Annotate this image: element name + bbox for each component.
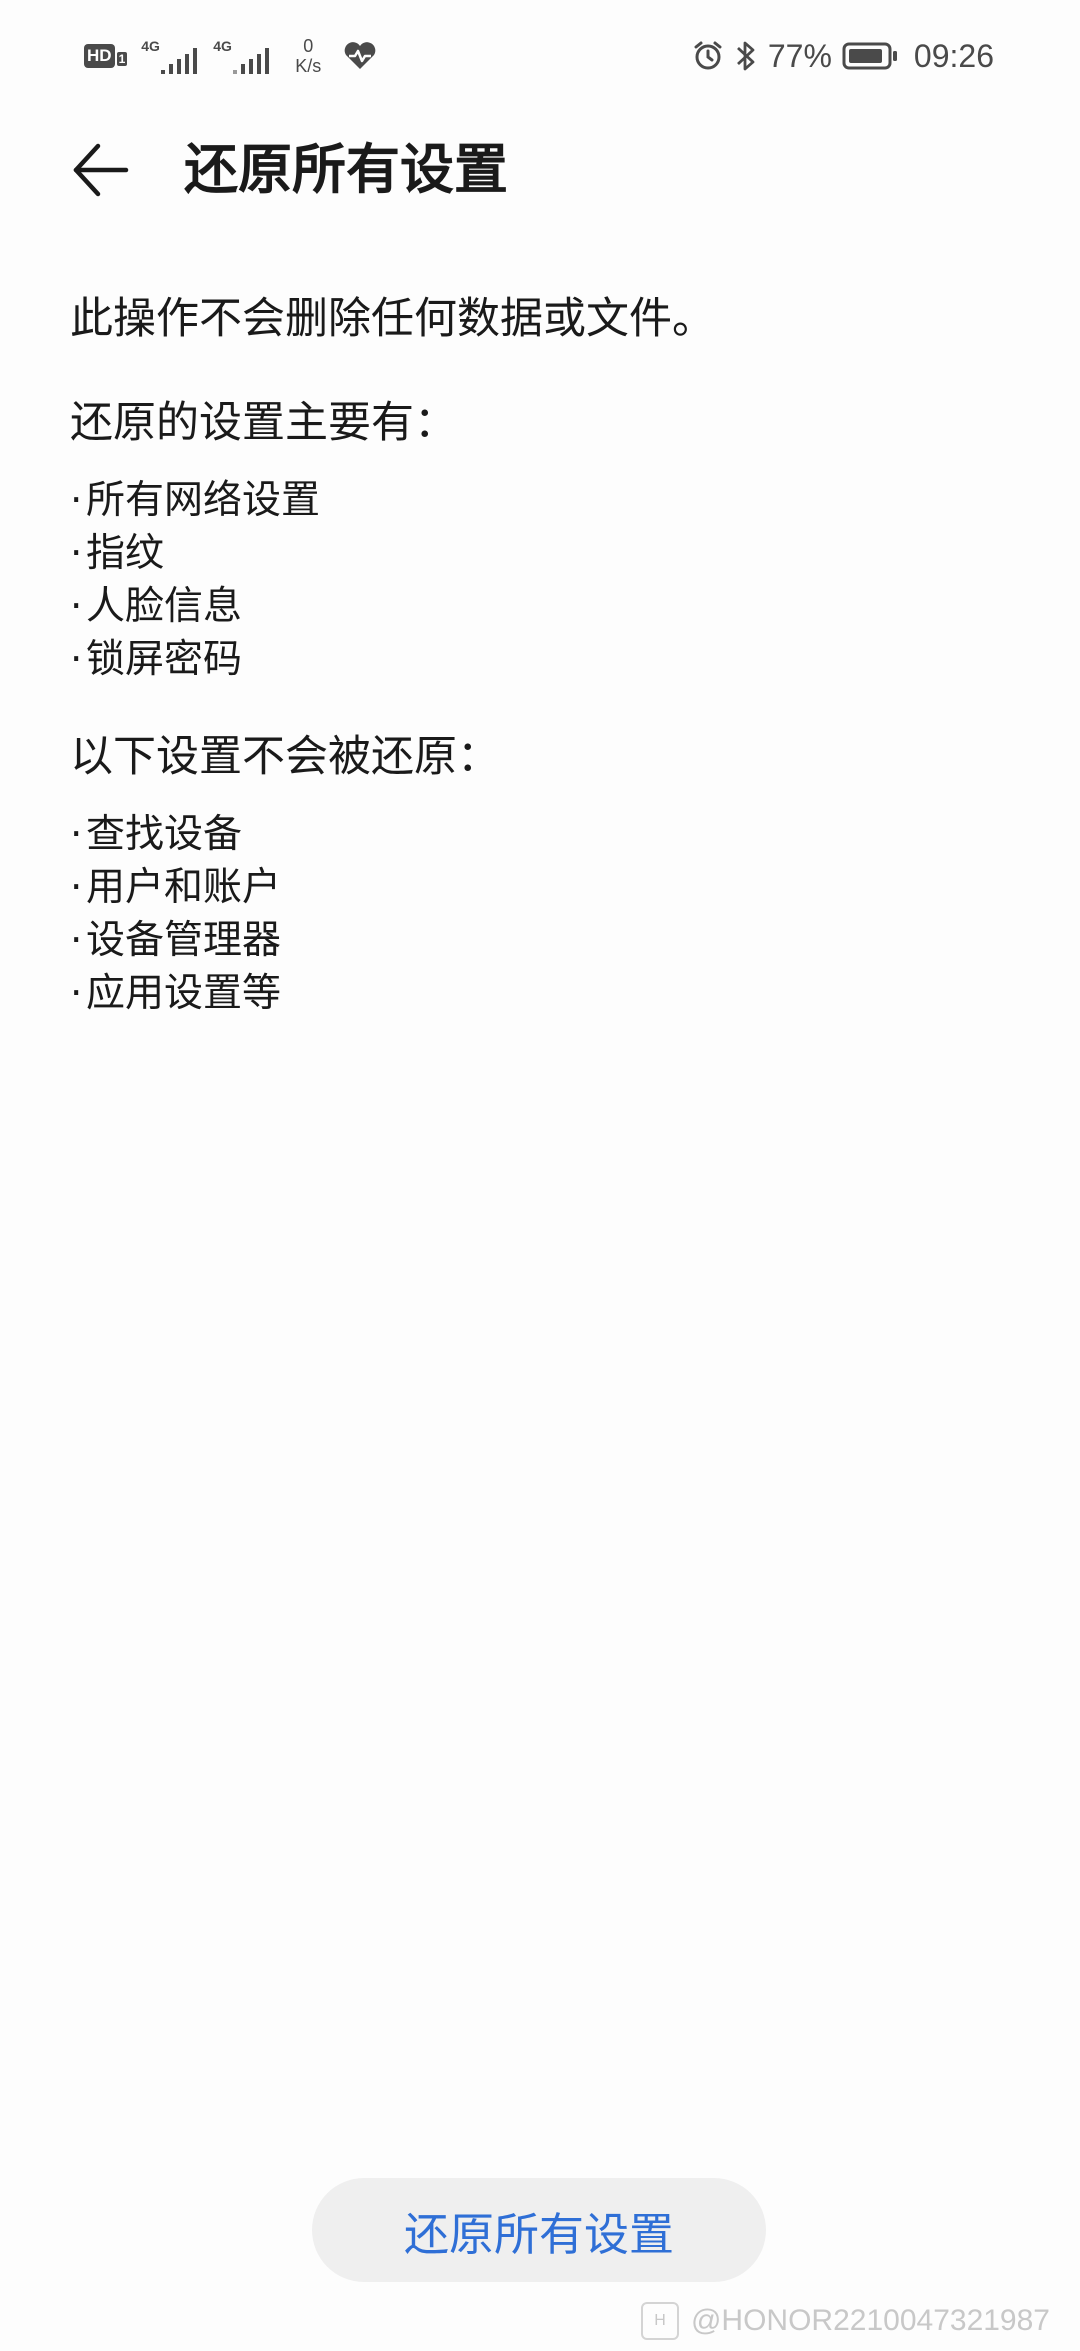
- page-title: 还原所有设置: [184, 138, 508, 201]
- network-speed-unit: K/s: [295, 56, 322, 76]
- intro-text: 此操作不会删除任何数据或文件。: [70, 294, 715, 344]
- list-item-label: 锁屏密码: [86, 637, 243, 682]
- status-left: HD 1 4G 4G 0 K/s: [84, 30, 377, 82]
- list-item-label: 查找设备: [86, 812, 243, 857]
- list-item-label: 人脸信息: [86, 584, 243, 629]
- bullet-icon: ·: [70, 865, 83, 910]
- list-item: · 人脸信息: [70, 580, 1010, 633]
- list-item: · 所有网络设置: [70, 474, 1010, 527]
- alarm-icon: [692, 40, 724, 72]
- honor-logo-icon: H: [640, 2302, 679, 2340]
- bullet-icon: ·: [70, 531, 83, 576]
- bullet-icon: ·: [70, 812, 83, 857]
- bullet-icon: ·: [70, 637, 83, 682]
- signal-icon: 4G: [141, 38, 199, 74]
- signal-network-label: 4G: [213, 38, 232, 54]
- watermark-text: @HONOR2210047321987: [690, 2304, 1050, 2337]
- hd-sim-label: 1: [116, 52, 128, 66]
- battery-percent: 77%: [767, 37, 832, 74]
- battery-icon: [842, 41, 898, 71]
- signal-network-label: 4G: [141, 38, 160, 54]
- list-item: · 查找设备: [70, 808, 1010, 861]
- clock: 09:26: [913, 37, 994, 74]
- list-item: · 应用设置等: [70, 967, 1010, 1020]
- list-item: · 指纹: [70, 527, 1010, 580]
- reset-section-heading: 还原的设置主要有：: [70, 398, 457, 448]
- network-speed-value: 0: [303, 36, 314, 56]
- status-right: 77% 09:26: [692, 30, 994, 82]
- hd-icon: HD 1: [84, 44, 128, 68]
- watermark: H @HONOR2210047321987: [640, 2300, 1050, 2342]
- reset-all-settings-button[interactable]: 还原所有设置: [312, 2178, 766, 2282]
- signal-icon: 4G: [213, 38, 271, 74]
- list-item: · 设备管理器: [70, 914, 1010, 967]
- bullet-icon: ·: [70, 971, 83, 1016]
- list-item-label: 指纹: [86, 531, 165, 576]
- bullet-icon: ·: [70, 478, 83, 523]
- hd-label: HD: [84, 44, 115, 68]
- back-button[interactable]: [60, 134, 140, 206]
- keep-items-list: · 查找设备 · 用户和账户 · 设备管理器 · 应用设置等: [70, 808, 1010, 1020]
- list-item: · 锁屏密码: [70, 633, 1010, 686]
- list-item-label: 应用设置等: [86, 971, 282, 1016]
- status-bar: HD 1 4G 4G 0 K/s 77% 09:26: [0, 0, 1080, 110]
- reset-items-list: · 所有网络设置 · 指纹 · 人脸信息 · 锁屏密码: [70, 474, 1010, 686]
- list-item-label: 所有网络设置: [86, 478, 321, 523]
- bullet-icon: ·: [70, 918, 83, 963]
- bluetooth-icon: [734, 39, 758, 73]
- heart-health-icon: [343, 41, 377, 71]
- bullet-icon: ·: [70, 584, 83, 629]
- keep-section-heading: 以下设置不会被还原：: [70, 732, 500, 782]
- network-speed: 0 K/s: [295, 36, 321, 76]
- list-item: · 用户和账户: [70, 861, 1010, 914]
- list-item-label: 用户和账户: [86, 865, 282, 910]
- arrow-left-icon: [68, 138, 132, 202]
- list-item-label: 设备管理器: [86, 918, 282, 963]
- app-bar: 还原所有设置: [0, 120, 1080, 220]
- main-content: 此操作不会删除任何数据或文件。 还原的设置主要有： · 所有网络设置 · 指纹 · 人…: [70, 290, 1010, 1062]
